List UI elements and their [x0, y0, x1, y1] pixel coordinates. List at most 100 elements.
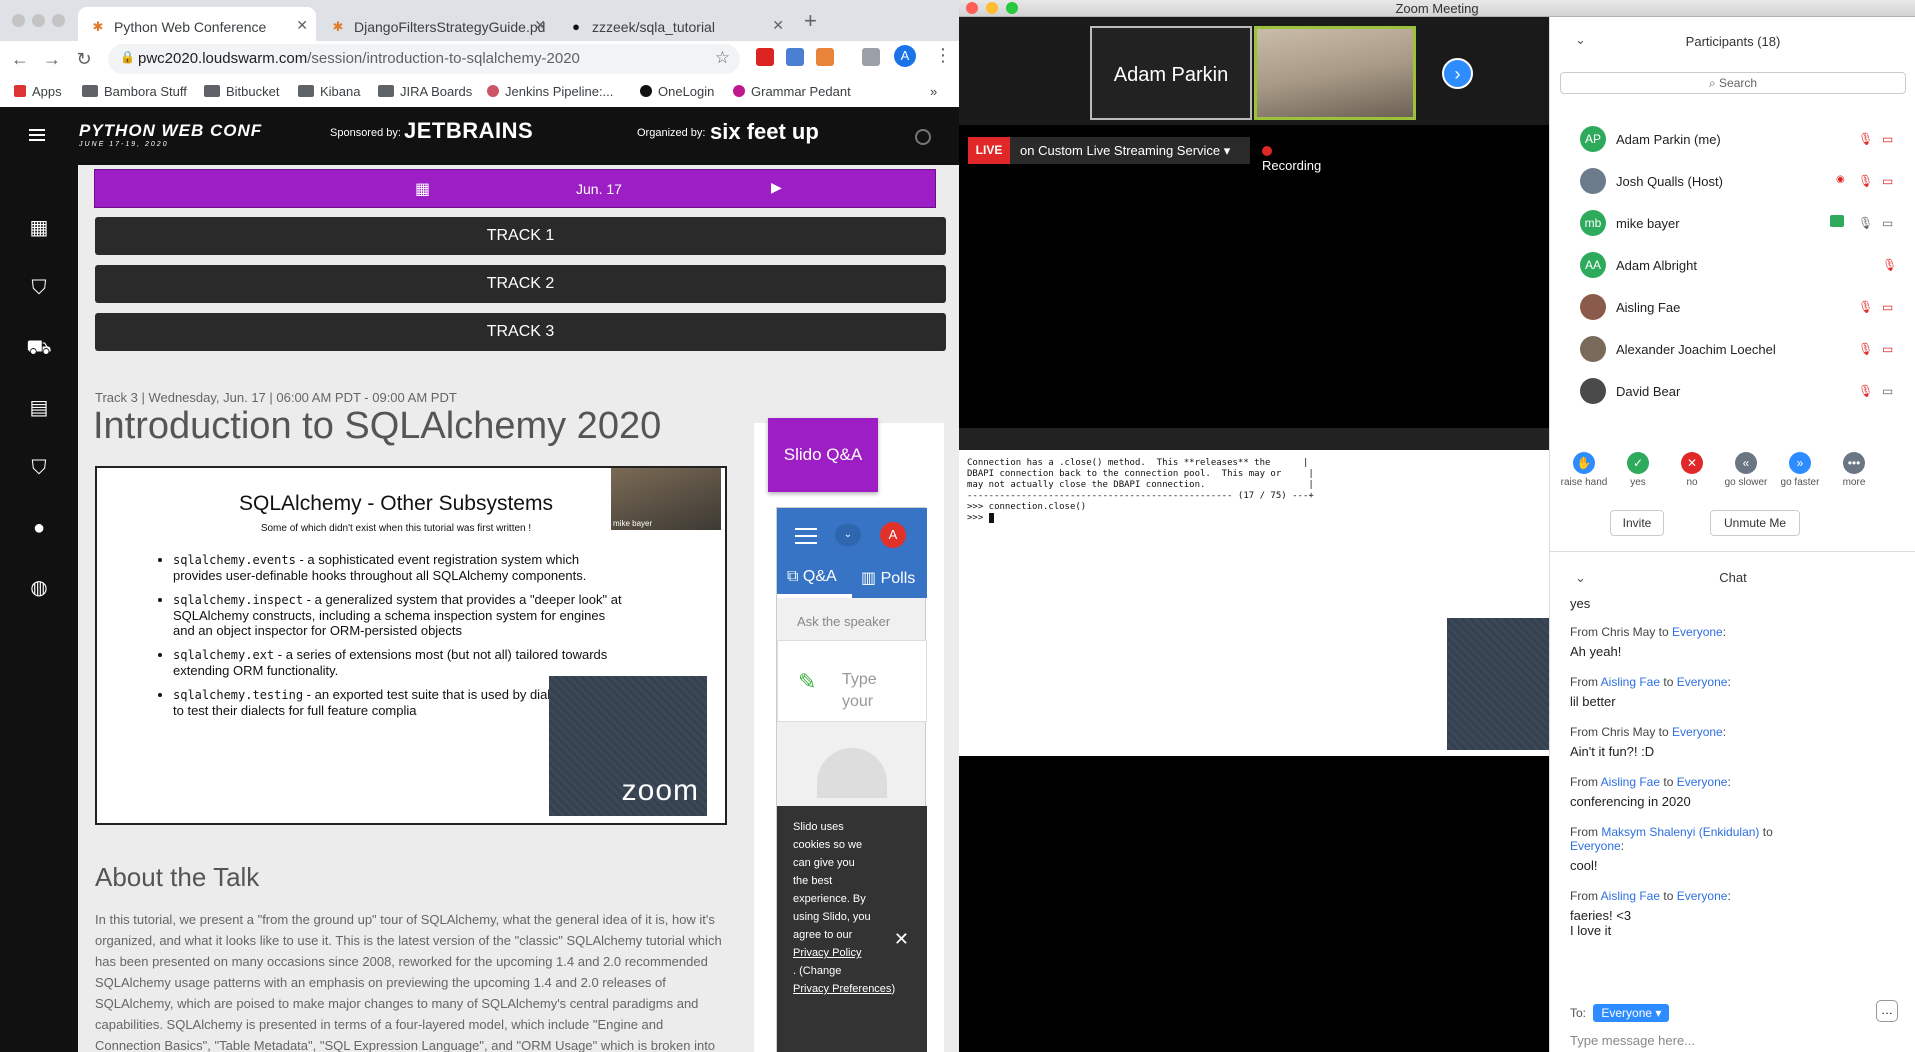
track-3-button[interactable]: TRACK 3	[95, 313, 946, 351]
participant-row[interactable]: AP Adam Parkin (me) 🎙 ▭	[1550, 118, 1915, 160]
raise-hand-button[interactable]: ✋ raise hand	[1554, 452, 1614, 488]
bookmark-jenkins[interactable]: Jenkins Pipeline:...	[487, 84, 613, 99]
chat-more-icon[interactable]: …	[1876, 1000, 1898, 1022]
bookmarks-overflow-icon[interactable]: »	[930, 84, 937, 99]
tab-python-web-conference[interactable]: ✱ Python Web Conference ✕	[78, 7, 316, 41]
zoom-window-button[interactable]	[52, 14, 65, 27]
next-page-icon[interactable]: ›	[1442, 58, 1473, 89]
close-tab-icon[interactable]: ✕	[534, 17, 546, 34]
tab-polls[interactable]: ▥ Polls	[861, 568, 915, 588]
privacy-preferences-link[interactable]: Privacy Preferences	[793, 983, 891, 995]
tab-qa[interactable]: ⧉ Q&A	[787, 568, 837, 586]
next-date-icon[interactable]: ▶	[771, 179, 782, 196]
back-arrow-icon[interactable]: ←	[8, 49, 32, 70]
zoom-window: Zoom Meeting Adam Parkin › LIVE on Custo…	[959, 0, 1915, 1052]
participant-row[interactable]: mb mike bayer 🎙 ▭	[1550, 202, 1915, 244]
participant-search-input[interactable]: ⌕ Search	[1560, 72, 1906, 94]
hamburger-menu-icon[interactable]	[29, 129, 45, 142]
kebab-menu-icon[interactable]: ⋮	[934, 45, 952, 66]
shield-check-icon[interactable]: ⛉	[26, 455, 52, 481]
self-view-thumbnail	[1447, 618, 1549, 750]
streaming-dropdown[interactable]: on Custom Live Streaming Service ▾	[1010, 137, 1250, 164]
chat-message: yes	[1570, 596, 1591, 611]
tab-sqla-tutorial[interactable]: ● zzzeek/sqla_tutorial ✕	[556, 7, 792, 41]
close-window-button[interactable]	[12, 14, 25, 27]
fox-extension-icon[interactable]	[816, 48, 834, 66]
go-faster-button[interactable]: » go faster	[1770, 452, 1830, 488]
tab-title: zzzeek/sqla_tutorial	[592, 19, 715, 35]
basket-icon[interactable]: ⛟	[26, 335, 52, 361]
terminal-titlebar	[959, 428, 1549, 450]
calendar-icon[interactable]: ▦	[26, 215, 52, 241]
close-window-button[interactable]	[966, 2, 978, 14]
screen-share-icon	[1830, 215, 1844, 227]
slido-header: ⌄ A ⧉ Q&A ▥ Polls	[777, 508, 927, 598]
bookmark-folder[interactable]: Bambora Stuff	[82, 84, 187, 99]
unmute-me-button[interactable]: Unmute Me	[1710, 510, 1800, 536]
privacy-policy-link[interactable]: Privacy Policy	[793, 944, 873, 962]
more-button[interactable]: ••• more	[1824, 452, 1884, 488]
close-tab-icon[interactable]: ✕	[296, 17, 308, 34]
participant-row[interactable]: Josh Qualls (Host) ◉ 🎙 ▭	[1550, 160, 1915, 202]
address-bar[interactable]: 🔒 pwc2020.loudswarm.com/session/introduc…	[108, 44, 740, 74]
forward-arrow-icon[interactable]: →	[40, 49, 64, 70]
reload-icon[interactable]: ↻	[72, 49, 96, 70]
slido-qa-button[interactable]: Slido Q&A	[768, 418, 878, 492]
close-tab-icon[interactable]: ✕	[772, 17, 784, 34]
close-icon[interactable]: ✕	[894, 930, 909, 948]
pwc-favicon-icon: ✱	[92, 19, 104, 34]
chat-recipient-row: To: Everyone ▾	[1570, 1004, 1670, 1022]
go-slower-button[interactable]: «go slower	[1716, 452, 1776, 488]
participant-row[interactable]: David Bear 🎙 ▭	[1550, 370, 1915, 412]
globe-icon[interactable]: ◍	[26, 575, 52, 601]
track-2-button[interactable]: TRACK 2	[95, 265, 946, 303]
no-button[interactable]: ✕ no	[1662, 452, 1722, 488]
presentation-video[interactable]: SQLAlchemy - Other Subsystems Some of wh…	[95, 466, 727, 825]
recipient-dropdown[interactable]: Everyone ▾	[1593, 1004, 1670, 1022]
track-1-button[interactable]: TRACK 1	[95, 217, 946, 255]
chevron-down-icon[interactable]: ⌄	[835, 524, 861, 546]
bookmark-star-icon[interactable]: ☆	[715, 48, 730, 68]
participant-row[interactable]: Aisling Fae 🎙 ▭	[1550, 286, 1915, 328]
participant-tile-name[interactable]: Adam Parkin	[1090, 26, 1252, 120]
invite-button[interactable]: Invite	[1610, 510, 1664, 536]
bookmark-folder[interactable]: Kibana	[298, 84, 360, 99]
slido-menu-icon[interactable]	[795, 528, 817, 544]
chat-icon[interactable]: ▤	[26, 395, 52, 421]
shield-check-icon[interactable]: ⛉	[26, 275, 52, 301]
participant-row[interactable]: Alexander Joachim Loechel 🎙 ▭	[1550, 328, 1915, 370]
ellipsis-icon: •••	[1843, 452, 1865, 474]
chat-message-input[interactable]: Type message here...	[1570, 1033, 1695, 1048]
minimize-window-button[interactable]	[32, 14, 45, 27]
reading-list-icon[interactable]	[862, 48, 880, 66]
bookmark-folder[interactable]: JIRA Boards	[378, 84, 472, 99]
question-input[interactable]: ✎ Type your	[777, 640, 927, 722]
minimize-window-button[interactable]	[986, 2, 998, 14]
chevron-down-icon[interactable]: ⌄	[1575, 570, 1586, 586]
date-selector[interactable]: ▦ Jun. 17 ▶	[94, 169, 936, 208]
person-icon[interactable]: ●	[26, 515, 52, 541]
slide-bullet: sqlalchemy.inspect - a generalized syste…	[173, 592, 627, 638]
shared-screen[interactable]: Connection has a .close() method. This *…	[959, 428, 1549, 756]
participant-row[interactable]: AA Adam Albright 🎙	[1550, 244, 1915, 286]
nonverbal-feedback-bar: ✋ raise hand ✓ yes ✕ no «go slower » go fast…	[1550, 452, 1915, 502]
yes-button[interactable]: ✓ yes	[1608, 452, 1668, 488]
bookmark-onelogin[interactable]: OneLogin	[640, 84, 714, 99]
extension-icon[interactable]	[756, 48, 774, 66]
new-tab-icon[interactable]: +	[804, 8, 817, 34]
bookmark-folder[interactable]: Bitbucket	[204, 84, 279, 99]
bookmark-grammar-pedant[interactable]: Grammar Pedant	[733, 84, 851, 99]
participant-tile-video[interactable]	[1254, 26, 1416, 120]
browser-window: ✱ Python Web Conference ✕ ✱ DjangoFilter…	[0, 0, 959, 1052]
zoom-window-button[interactable]	[1006, 2, 1018, 14]
site-logo[interactable]: PYTHON WEB CONF JUNE 17-19, 2020	[79, 121, 262, 148]
tab-strip: ✱ Python Web Conference ✕ ✱ DjangoFilter…	[0, 0, 959, 41]
participant-name: Josh Qualls (Host)	[1616, 174, 1723, 189]
tab-django-filters-guide[interactable]: ✱ DjangoFiltersStrategyGuide.pd ✕	[318, 7, 554, 41]
profile-avatar[interactable]: A	[894, 45, 916, 67]
user-account-icon[interactable]	[915, 129, 931, 145]
slido-avatar[interactable]: A	[880, 522, 906, 548]
bookmark-apps[interactable]: Apps	[14, 84, 62, 99]
check-icon: ✓	[1627, 452, 1649, 474]
calendar-extension-icon[interactable]	[786, 48, 804, 66]
